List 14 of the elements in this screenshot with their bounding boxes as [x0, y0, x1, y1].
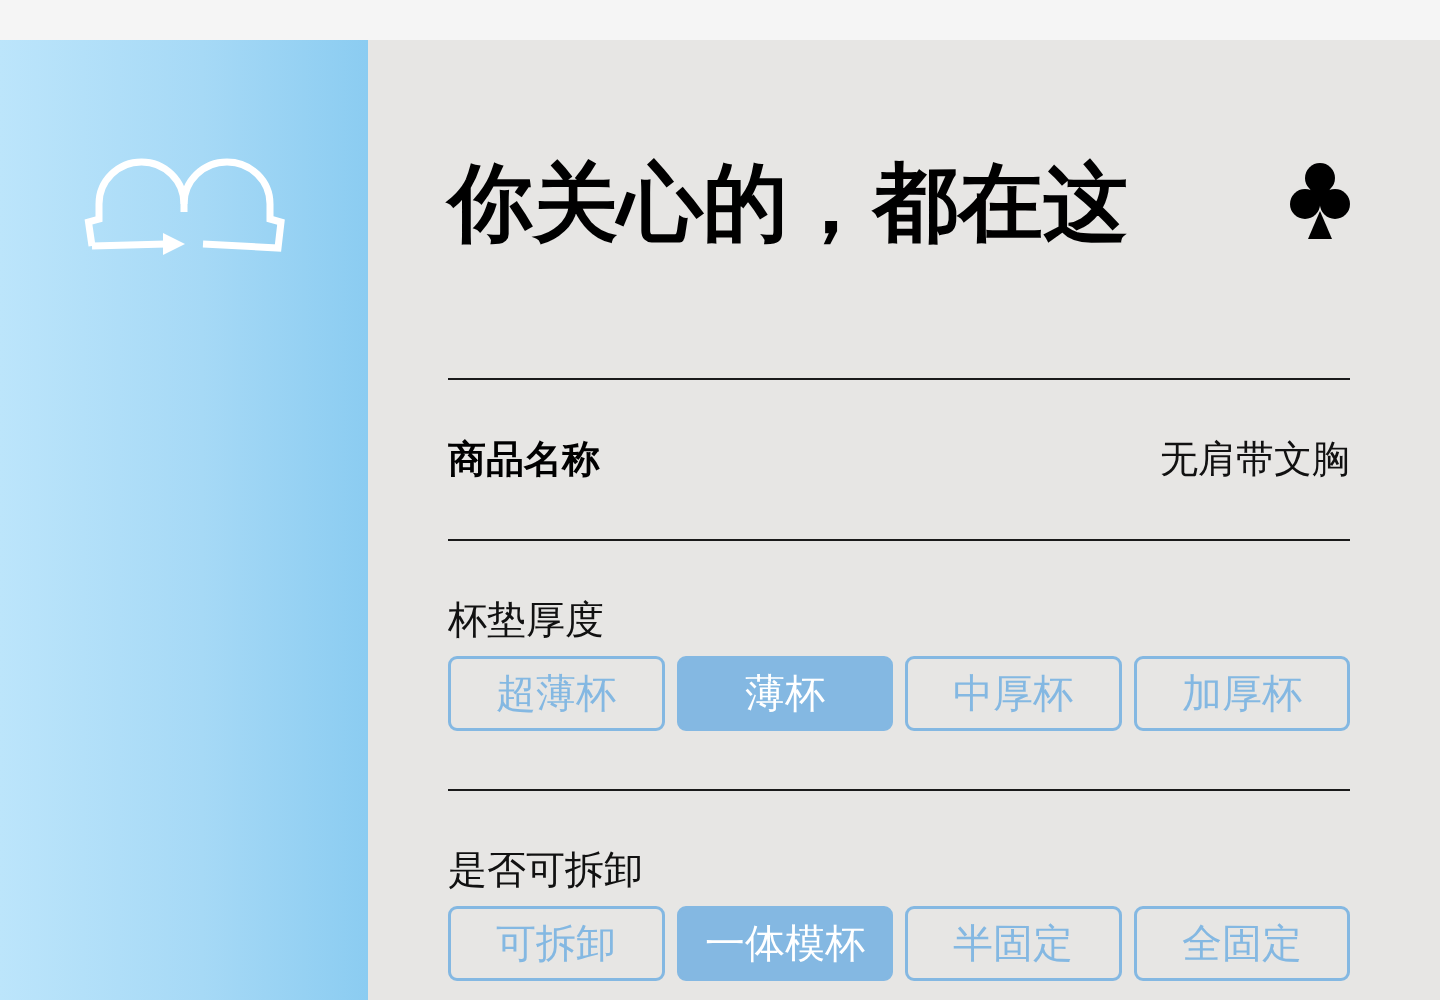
option-button[interactable]: 薄杯	[676, 656, 893, 731]
option-button[interactable]: 半固定	[905, 906, 1122, 981]
option-group-label: 是否可拆卸	[448, 846, 644, 894]
option-button[interactable]: 中厚杯	[905, 656, 1122, 731]
option-button[interactable]: 可拆卸	[448, 906, 665, 981]
option-button[interactable]: 一体模杯	[676, 906, 893, 981]
club-icon	[1290, 163, 1350, 239]
field-label: 商品名称	[448, 436, 600, 483]
field-value: 无肩带文胸	[1160, 436, 1350, 483]
option-button[interactable]: 加厚杯	[1133, 656, 1350, 731]
logo-icon	[84, 158, 286, 256]
option-button[interactable]: 全固定	[1133, 906, 1350, 981]
option-button[interactable]: 超薄杯	[448, 656, 665, 731]
option-group-label: 杯垫厚度	[448, 596, 605, 644]
